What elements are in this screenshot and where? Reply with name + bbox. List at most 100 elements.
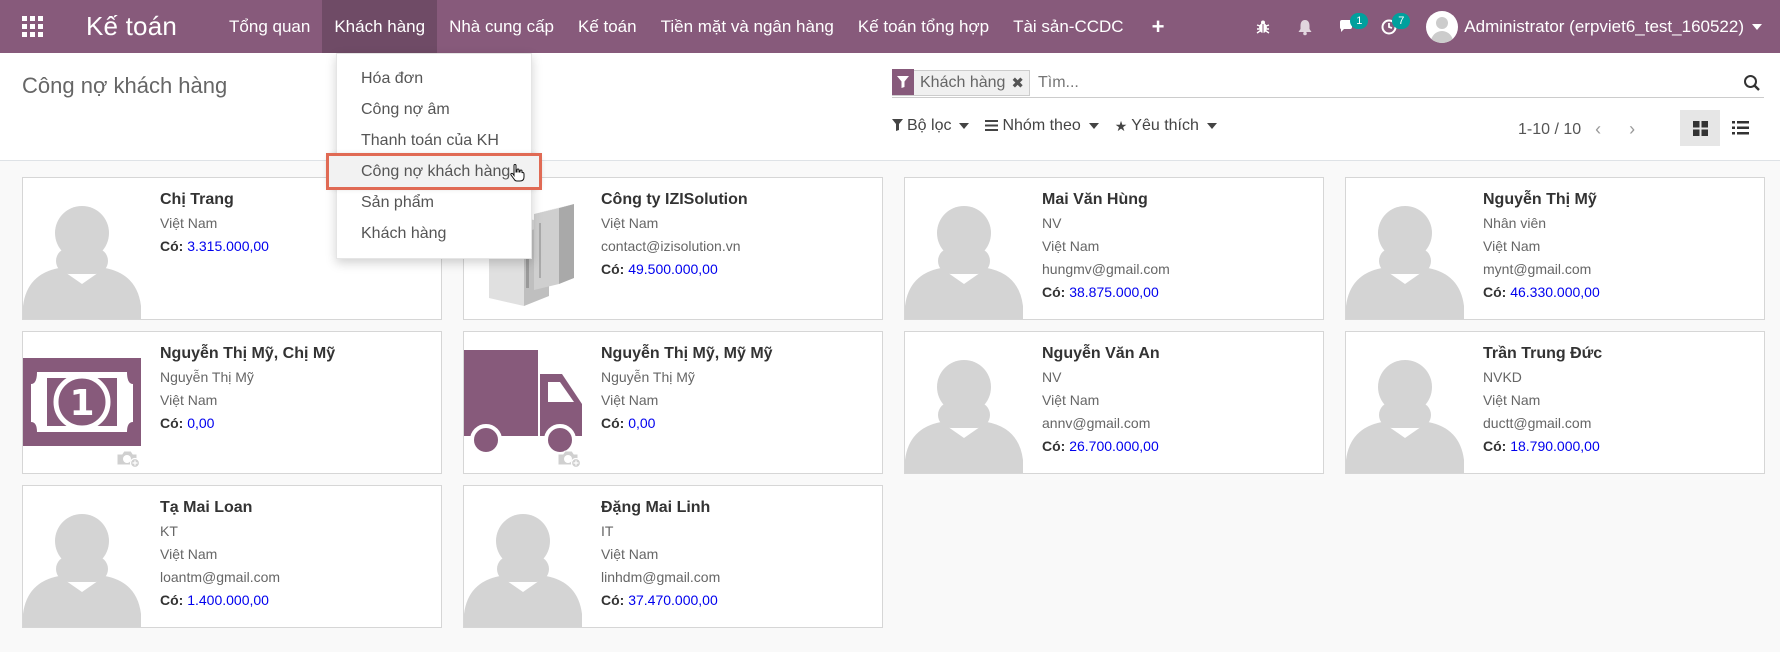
navbar-systray: 1 7 Administrator (erpviet6_test_160522)	[1242, 0, 1780, 53]
partner-name[interactable]: Công ty IZISolution	[601, 190, 748, 210]
kanban-card[interactable]: Nguyễn Thị Mỹ Nhân viên Việt Nam mynt@gmail…	[1345, 177, 1765, 320]
partner-info-line: Việt Nam	[1483, 392, 1541, 408]
kanban-card[interactable]: Đặng Mai Linh IT Việt Nam linhdm@gmail.com C…	[463, 485, 883, 628]
partner-name[interactable]: Nguyễn Thị Mỹ, Chị Mỹ	[160, 344, 335, 364]
menu-ke-toan[interactable]: Kế toán	[566, 0, 649, 53]
dropdown-item-hoa-don[interactable]: Hóa đơn	[337, 63, 531, 94]
apps-menu-icon[interactable]	[0, 0, 64, 53]
partner-info-line: ductt@gmail.com	[1483, 415, 1592, 431]
avatar-placeholder-icon	[23, 178, 141, 319]
menu-ke-toan-tong-hop[interactable]: Kế toán tổng hợp	[846, 0, 1001, 53]
partner-info-line: Nguyễn Thị Mỹ	[601, 369, 695, 385]
card-details: Tạ Mai Loan KT Việt Nam loantm@gmail.com Có:…	[160, 498, 280, 612]
list-view-button[interactable]	[1720, 110, 1760, 146]
balance-line: Có: 18.790.000,00	[1483, 435, 1602, 458]
svg-text:1: 1	[69, 383, 94, 424]
bell-icon[interactable]	[1284, 0, 1326, 53]
avatar-placeholder-icon	[23, 486, 141, 627]
dropdown-item-khach-hang[interactable]: Khách hàng	[337, 218, 531, 249]
partner-name[interactable]: Nguyễn Thị Mỹ	[1483, 190, 1600, 210]
bug-icon[interactable]	[1242, 0, 1284, 53]
balance-line: Có: 38.875.000,00	[1042, 281, 1170, 304]
partner-info-line: Việt Nam	[1042, 238, 1100, 254]
menu-nha-cung-cap[interactable]: Nhà cung cấp	[437, 0, 566, 53]
kanban-card[interactable]: 1 Nguyễn Thị Mỹ, Chị Mỹ Nguyễn Thị Mỹ Việt…	[22, 331, 442, 474]
balance-label: Có:	[601, 592, 625, 608]
user-menu[interactable]: Administrator (erpviet6_test_160522)	[1426, 10, 1762, 43]
kanban-card[interactable]: Nguyễn Văn An NV Việt Nam annv@gmail.com Có:…	[904, 331, 1324, 474]
partner-name[interactable]: Nguyễn Văn An	[1042, 344, 1160, 364]
partner-info-line: annv@gmail.com	[1042, 415, 1151, 431]
dropdown-item-san-pham[interactable]: Sản phẩm	[337, 187, 531, 218]
partner-info-line: Nguyễn Thị Mỹ	[160, 369, 254, 385]
partner-info-line: Việt Nam	[160, 392, 218, 408]
search-icon[interactable]	[1740, 71, 1764, 95]
camera-icon[interactable]	[556, 448, 582, 473]
partner-info-line: Nhân viên	[1483, 215, 1547, 231]
search-facet: Khách hàng ✖	[892, 69, 1030, 96]
user-name: Administrator (erpviet6_test_160522)	[1464, 16, 1744, 36]
kanban-card[interactable]: Nguyễn Thị Mỹ, Mỹ Mỹ Nguyễn Thị Mỹ Việt Na…	[463, 331, 883, 474]
groupby-label: Nhóm theo	[1002, 117, 1081, 134]
pager: 1-10 / 10 ‹ ›	[1518, 119, 1649, 140]
dropdown-item-thanh-toan-kh[interactable]: Thanh toán của KH	[337, 125, 531, 156]
dropdown-item-cong-no-am[interactable]: Công nợ âm	[337, 94, 531, 125]
main-menu: Tổng quan Khách hàng Nhà cung cấp Kế toá…	[217, 0, 1180, 53]
avatar-placeholder-icon	[1346, 178, 1464, 319]
kanban-view-button[interactable]	[1680, 110, 1720, 146]
partner-name[interactable]: Đặng Mai Linh	[601, 498, 720, 518]
balance-amount: 37.470.000,00	[628, 592, 718, 608]
camera-icon[interactable]	[115, 448, 141, 473]
chevron-right-icon[interactable]: ›	[1615, 119, 1649, 140]
chat-icon[interactable]: 1	[1326, 0, 1369, 53]
view-switcher	[1680, 110, 1760, 146]
facet-label: Khách hàng	[920, 73, 1006, 91]
add-menu-button[interactable]: +	[1136, 0, 1181, 53]
balance-label: Có:	[1042, 438, 1066, 454]
kanban-card[interactable]: Trần Trung Đức NVKD Việt Nam ductt@gmail.co…	[1345, 331, 1765, 474]
balance-amount: 18.790.000,00	[1510, 438, 1600, 454]
filter-dropdown[interactable]: Bộ lọc	[892, 117, 970, 135]
partner-info-line: Việt Nam	[160, 546, 218, 562]
menu-khach-hang[interactable]: Khách hàng	[322, 0, 438, 53]
balance-line: Có: 3.315.000,00	[160, 235, 269, 258]
balance-amount: 26.700.000,00	[1069, 438, 1159, 454]
partner-name[interactable]: Mai Văn Hùng	[1042, 190, 1170, 210]
dropdown-item-cong-no-khach-hang[interactable]: Công nợ khách hàng	[326, 153, 542, 190]
messages-badge: 1	[1350, 13, 1369, 29]
kanban-card[interactable]: Tạ Mai Loan KT Việt Nam loantm@gmail.com Có:…	[22, 485, 442, 628]
partner-name[interactable]: Tạ Mai Loan	[160, 498, 280, 518]
card-details: Công ty IZISolution Việt Nam contact@iziso…	[601, 190, 748, 281]
partner-info-line: mynt@gmail.com	[1483, 261, 1592, 277]
page-title: Công nợ khách hàng	[22, 73, 228, 98]
card-details: Mai Văn Hùng NV Việt Nam hungmv@gmail.com Có…	[1042, 190, 1170, 304]
favorites-dropdown[interactable]: ★ Yêu thích	[1115, 117, 1217, 135]
groupby-dropdown[interactable]: Nhóm theo	[985, 117, 1099, 135]
search-options: Bộ lọc Nhóm theo ★ Yêu thích	[892, 117, 1233, 135]
balance-label: Có:	[601, 261, 625, 277]
partner-name[interactable]: Chị Trang	[160, 190, 269, 210]
app-brand[interactable]: Kế toán	[64, 11, 217, 42]
kanban-card[interactable]: Mai Văn Hùng NV Việt Nam hungmv@gmail.com Có…	[904, 177, 1324, 320]
search-input[interactable]	[1037, 73, 1740, 92]
favorites-label: Yêu thích	[1131, 117, 1199, 134]
khach-hang-dropdown: Hóa đơn Công nợ âm Thanh toán của KH Côn…	[326, 53, 542, 259]
partner-name[interactable]: Nguyễn Thị Mỹ, Mỹ Mỹ	[601, 344, 773, 364]
menu-tong-quan[interactable]: Tổng quan	[217, 0, 322, 53]
pager-value[interactable]: 1-10 / 10	[1518, 121, 1581, 139]
filter-label: Bộ lọc	[907, 117, 952, 134]
balance-line: Có: 26.700.000,00	[1042, 435, 1160, 458]
avatar-placeholder-icon	[1346, 332, 1464, 473]
truck-image	[464, 332, 582, 473]
partner-name[interactable]: Trần Trung Đức	[1483, 344, 1602, 364]
balance-label: Có:	[160, 238, 184, 254]
chevron-left-icon[interactable]: ‹	[1581, 119, 1615, 140]
facet-remove-icon[interactable]: ✖	[1011, 74, 1029, 92]
partner-info-line: linhdm@gmail.com	[601, 569, 721, 585]
balance-line: Có: 0,00	[160, 412, 335, 435]
hand-cursor-icon	[509, 162, 525, 193]
bars-icon	[985, 118, 999, 134]
menu-tien-mat-ngan-hang[interactable]: Tiền mặt và ngân hàng	[649, 0, 846, 53]
menu-tai-san-ccdc[interactable]: Tài sản-CCDC	[1001, 0, 1136, 53]
clock-icon[interactable]: 7	[1368, 0, 1411, 53]
